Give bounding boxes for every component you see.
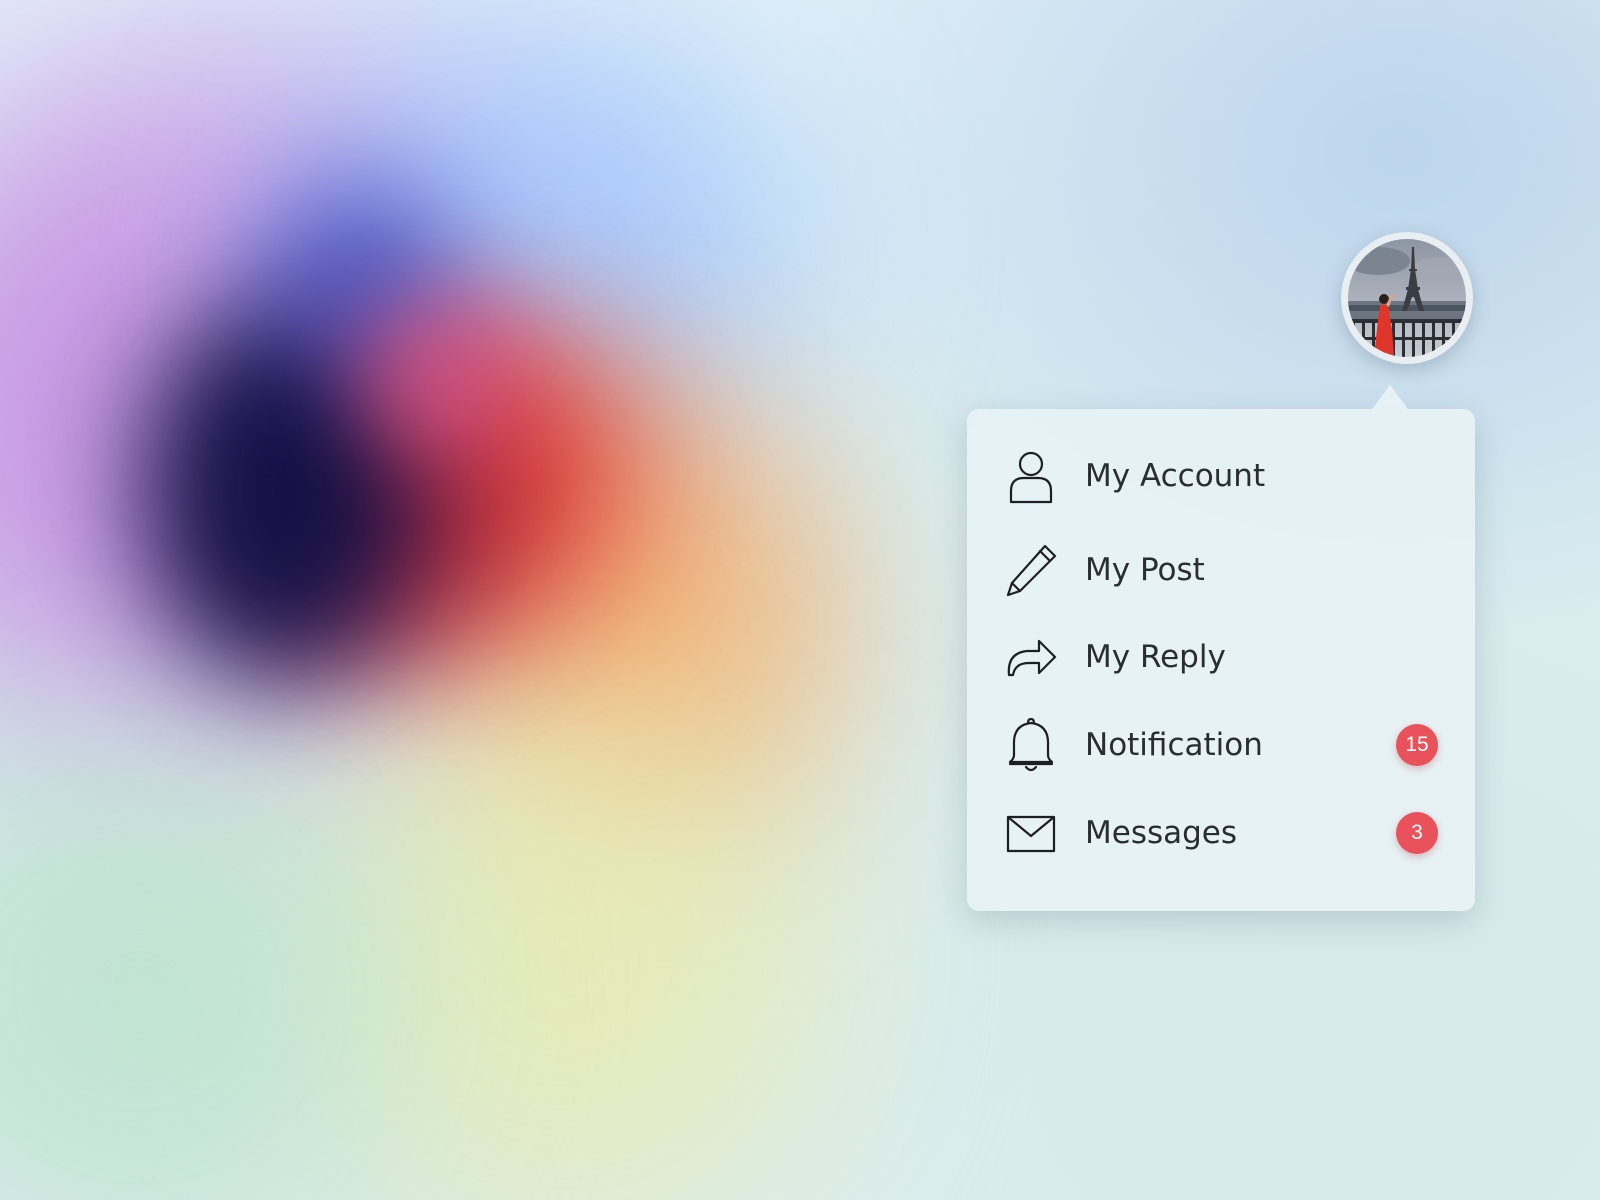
user-dropdown-menu: My Account My Post My Reply Notification… — [967, 385, 1475, 911]
menu-item-messages[interactable]: Messages 3 — [967, 793, 1475, 873]
pencil-icon — [1003, 542, 1059, 598]
menu-pointer-arrow — [1372, 385, 1408, 409]
menu-item-my-reply[interactable]: My Reply — [967, 617, 1475, 697]
menu-item-notification[interactable]: Notification 15 — [967, 705, 1475, 785]
wallpaper-blob-green — [0, 740, 400, 1200]
user-icon — [1003, 448, 1059, 504]
menu-item-my-post[interactable]: My Post — [967, 530, 1475, 610]
user-avatar-button[interactable] — [1341, 232, 1473, 364]
menu-item-label: My Post — [1085, 552, 1205, 588]
notification-count-badge: 15 — [1396, 724, 1438, 766]
bell-icon — [1003, 717, 1059, 773]
avatar-photo — [1348, 239, 1466, 357]
menu-item-label: My Reply — [1085, 639, 1226, 675]
messages-count-badge: 3 — [1396, 812, 1438, 854]
reply-arrow-icon — [1003, 629, 1059, 685]
envelope-icon — [1003, 805, 1059, 861]
menu-item-my-account[interactable]: My Account — [967, 436, 1475, 516]
menu-item-label: My Account — [1085, 458, 1266, 494]
wallpaper-blob-pink — [360, 300, 520, 460]
menu-item-label: Notification — [1085, 727, 1263, 763]
menu-item-label: Messages — [1085, 815, 1238, 851]
